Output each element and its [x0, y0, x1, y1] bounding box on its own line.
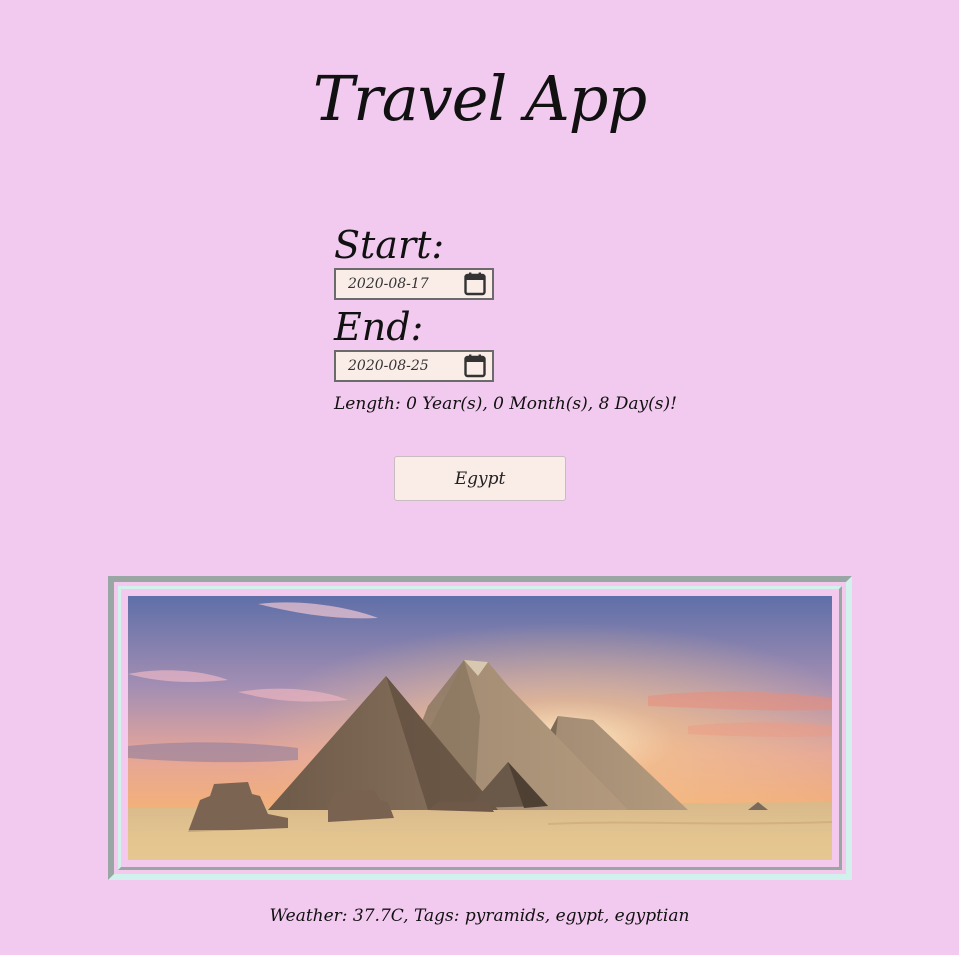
- destination-button[interactable]: Egypt: [394, 456, 566, 501]
- end-date-input[interactable]: 2020-08-25: [334, 350, 494, 382]
- trip-form: Start: 2020-08-17 End: 2020-08-25 Length…: [334, 222, 677, 414]
- end-label: End:: [334, 305, 424, 349]
- weather-tags-text: Weather: 37.7C, Tags: pyramids, egypt, e…: [269, 906, 690, 926]
- destination-image-frame: [108, 576, 852, 880]
- trip-length-text: Length: 0 Year(s), 0 Month(s), 8 Day(s)!: [334, 394, 677, 414]
- end-date-value: 2020-08-25: [348, 358, 429, 374]
- calendar-icon[interactable]: [464, 272, 486, 296]
- page-title: Travel App: [312, 62, 647, 135]
- start-date-value: 2020-08-17: [348, 276, 429, 292]
- start-date-input[interactable]: 2020-08-17: [334, 268, 494, 300]
- start-label: Start:: [334, 223, 445, 267]
- calendar-icon[interactable]: [464, 354, 486, 378]
- destination-photo: [128, 596, 832, 860]
